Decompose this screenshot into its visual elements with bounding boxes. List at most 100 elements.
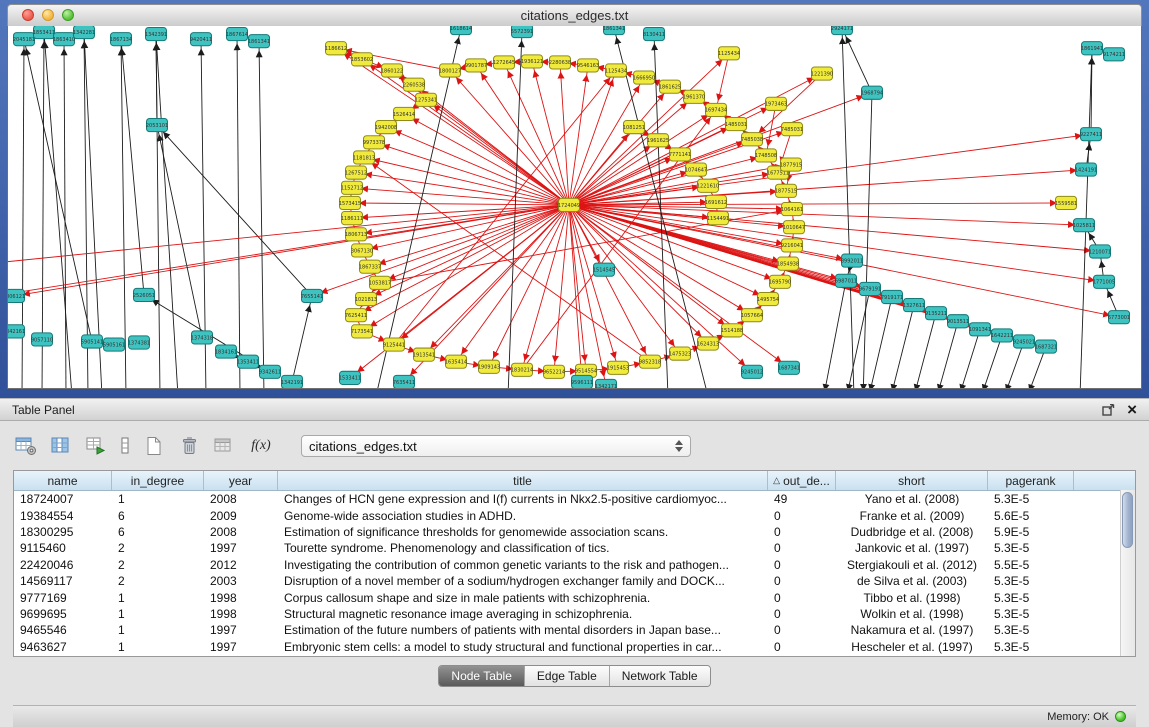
table-row[interactable]: 1872400712008Changes of HCN gene express… — [14, 491, 1135, 507]
column-header-year[interactable]: year — [204, 471, 278, 490]
graph-node-label: 1942008 — [375, 125, 397, 131]
float-panel-icon[interactable] — [1102, 404, 1115, 416]
graph-node-label: 1618614 — [450, 26, 472, 32]
column-header-pagerank[interactable]: pagerank — [988, 471, 1074, 490]
graph-node-label: 1186612 — [325, 46, 347, 52]
graph-edge[interactable] — [569, 165, 791, 205]
graph-edge[interactable] — [237, 34, 240, 388]
graph-edge[interactable] — [157, 125, 312, 296]
table-vertical-scrollbar[interactable] — [1120, 490, 1135, 656]
close-window-button[interactable] — [22, 9, 34, 21]
import-table-button[interactable] — [83, 433, 109, 459]
graph-node-label: 1064161 — [781, 207, 803, 213]
table-row[interactable]: 911546021997Tourette syndrome. Phenomeno… — [14, 540, 1135, 556]
graph-edge[interactable] — [569, 65, 588, 205]
table-cell-short: de Silva et al. (2003) — [836, 574, 988, 588]
close-panel-icon[interactable]: × — [1127, 401, 1137, 418]
graph-edge[interactable] — [476, 65, 569, 205]
table-cell-in_degree: 1 — [112, 607, 204, 621]
graph-edge[interactable] — [842, 28, 872, 93]
graph-edge[interactable] — [24, 39, 92, 341]
graph-edge[interactable] — [259, 41, 264, 388]
table-cell-out_degree: 0 — [768, 541, 836, 555]
tab-edge-table[interactable]: Edge Table — [524, 666, 609, 686]
graph-edge[interactable] — [356, 173, 569, 205]
select-columns-button[interactable] — [48, 433, 74, 459]
graph-edge[interactable] — [958, 329, 980, 388]
graph-edge[interactable] — [863, 93, 872, 388]
zoom-window-button[interactable] — [62, 9, 74, 21]
column-header-short[interactable]: short — [836, 471, 988, 490]
graph-edge[interactable] — [292, 296, 312, 382]
network-canvas[interactable]: 1724049118661218536021860122226053812753… — [7, 26, 1142, 389]
network-graph[interactable]: 1724049118661218536021860122226053812753… — [8, 26, 1141, 388]
new-column-button[interactable] — [141, 433, 167, 459]
table-row[interactable]: 2242004622012Investigating the contribut… — [14, 557, 1135, 573]
column-header-title[interactable]: title — [278, 471, 768, 490]
graph-edge[interactable] — [569, 205, 582, 382]
tab-node-table[interactable]: Node Table — [439, 666, 524, 686]
graph-node-label: 1806713 — [345, 232, 367, 238]
graph-node-label: 1025811 — [1073, 223, 1095, 229]
graph-node-label: 1186111 — [341, 216, 363, 222]
graph-node-label: 1830214 — [511, 368, 533, 374]
delete-column-button[interactable] — [176, 433, 202, 459]
graph-edge[interactable] — [64, 39, 66, 388]
graph-edge[interactable] — [569, 140, 658, 205]
graph-node-label: 1221390 — [811, 71, 833, 77]
column-header-in_degree[interactable]: in_degree — [112, 471, 204, 490]
network-table-selector[interactable]: citations_edges.txt — [301, 435, 691, 457]
graph-edge[interactable] — [842, 28, 854, 388]
graph-node-label: 1010647 — [783, 225, 805, 231]
function-builder-button[interactable]: f(x) — [246, 433, 276, 459]
table-row[interactable]: 977716911998Corpus callosum shape and si… — [14, 589, 1135, 605]
graph-edge[interactable] — [569, 205, 606, 386]
scrollbar-thumb[interactable] — [1122, 492, 1133, 548]
graph-node-label: 1861941 — [1081, 46, 1103, 52]
graph-edge[interactable] — [362, 205, 569, 251]
graph-node-label: 9135211 — [925, 311, 947, 317]
table-row[interactable]: 946554611997Estimation of the future num… — [14, 622, 1135, 638]
table-cell-short: Hescheler et al. (1997) — [836, 640, 988, 654]
graph-edge[interactable] — [868, 297, 892, 388]
graph-edge[interactable] — [913, 313, 936, 388]
graph-node-label: 2053101 — [146, 123, 168, 129]
graph-edge[interactable] — [350, 203, 569, 205]
window-titlebar[interactable]: citations_edges.txt — [7, 4, 1142, 26]
row-functions-button[interactable] — [118, 433, 132, 459]
graph-edge[interactable] — [823, 281, 846, 388]
graph-node-label: 1353411 — [237, 360, 259, 366]
apply-table-button[interactable] — [211, 433, 237, 459]
graph-edge[interactable] — [569, 205, 1084, 225]
graph-edge[interactable] — [936, 321, 958, 388]
graph-edge[interactable] — [450, 70, 569, 204]
column-header-label: year — [229, 474, 252, 488]
graph-node-label: 1514545 — [593, 267, 615, 273]
minimize-window-button[interactable] — [42, 9, 54, 21]
tab-network-table[interactable]: Network Table — [609, 666, 710, 686]
column-header-out_degree[interactable]: △out_de... — [768, 471, 836, 490]
table-row[interactable]: 1456911722003Disruption of a novel membe… — [14, 573, 1135, 589]
graph-edge[interactable] — [426, 100, 569, 205]
graph-node-label: 9901787 — [465, 63, 487, 69]
table-row[interactable]: 946362711997Embryonic stem cells: a mode… — [14, 639, 1135, 655]
graph-edge[interactable] — [121, 39, 126, 388]
table-settings-button[interactable] — [13, 433, 39, 459]
table-row[interactable]: 969969511998Structural magnetic resonanc… — [14, 606, 1135, 622]
graph-node-label: 1687341 — [778, 366, 800, 372]
graph-edge[interactable] — [569, 170, 1086, 205]
graph-edge[interactable] — [14, 205, 569, 296]
table-row[interactable]: 1938455462009Genome-wide association stu… — [14, 507, 1135, 523]
table-cell-title: Investigating the contribution of common… — [278, 558, 768, 572]
graph-edge[interactable] — [352, 188, 569, 205]
graph-node-label: 1267512 — [345, 170, 367, 176]
column-header-name[interactable]: name — [14, 471, 112, 490]
graph-edge[interactable] — [846, 289, 870, 388]
graph-edge[interactable] — [569, 155, 766, 205]
graph-edge[interactable] — [890, 305, 914, 388]
table-row[interactable]: 1830029562008Estimation of significance … — [14, 524, 1135, 540]
graph-edge[interactable] — [716, 53, 729, 110]
graph-edge[interactable] — [980, 335, 1002, 388]
node-table: namein_degree year title△out_de...shortpag… — [13, 470, 1136, 657]
graph-edge[interactable] — [766, 104, 776, 156]
